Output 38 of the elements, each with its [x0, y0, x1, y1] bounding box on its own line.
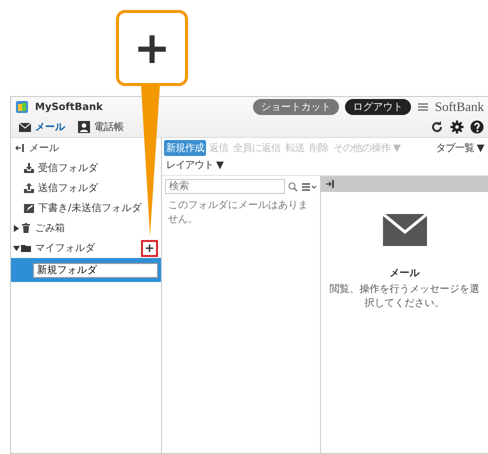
outbox-icon	[23, 182, 35, 194]
folder-name-field[interactable]: 新規フォルダ	[33, 262, 158, 278]
reader-message: 閲覧、操作を行うメッセージを選択してください。	[328, 283, 480, 311]
sidebar-title: メール	[29, 142, 59, 155]
help-icon	[470, 120, 484, 134]
search-field[interactable]: 検索	[165, 179, 285, 194]
inbox-icon	[23, 162, 35, 174]
trash-icon	[20, 222, 32, 234]
callout-plus-symbol: +	[116, 10, 188, 86]
app-title: MySoftBank	[35, 102, 103, 112]
toolbar-menu-button[interactable]: レイアウト ▼	[164, 157, 226, 173]
settings-icon	[450, 120, 464, 134]
search-icon	[288, 182, 298, 192]
brand-logo-text: SoftBank	[434, 99, 484, 115]
contact-card-icon	[77, 120, 91, 134]
empty-list-message: このフォルダにメールはありません。	[167, 199, 309, 227]
folder-item[interactable]: ごみ箱	[35, 221, 158, 235]
envelope-icon	[382, 214, 426, 246]
header-button[interactable]: ショートカット	[252, 99, 339, 115]
refresh-icon	[430, 120, 444, 134]
collapse-panel-icon	[15, 143, 25, 153]
nav-tab[interactable]: 電話帳	[74, 119, 127, 135]
menu-icon	[416, 102, 429, 112]
folder-item[interactable]: 受信フォルダ	[38, 161, 158, 175]
list-view-icon	[301, 182, 317, 192]
nav-tab[interactable]: メール	[15, 119, 68, 135]
folder-row[interactable]: 新規フォルダ	[11, 258, 161, 282]
folder-item[interactable]: 下書き/未送信フォルダ	[38, 201, 158, 215]
folder-item[interactable]: 送信フォルダ	[38, 181, 158, 195]
draft-icon	[23, 202, 35, 214]
envelope-icon	[18, 121, 32, 133]
folder-item[interactable]: マイフォルダ	[35, 241, 138, 255]
toolbar-menu-button[interactable]: タブ一覧 ▼	[434, 140, 486, 156]
app-logo-icon	[15, 100, 29, 114]
reader-title: メール	[390, 267, 420, 280]
header-button[interactable]: ログアウト	[344, 99, 411, 115]
expand-panel-icon	[325, 179, 335, 189]
add-folder-button[interactable]: +	[141, 240, 158, 256]
